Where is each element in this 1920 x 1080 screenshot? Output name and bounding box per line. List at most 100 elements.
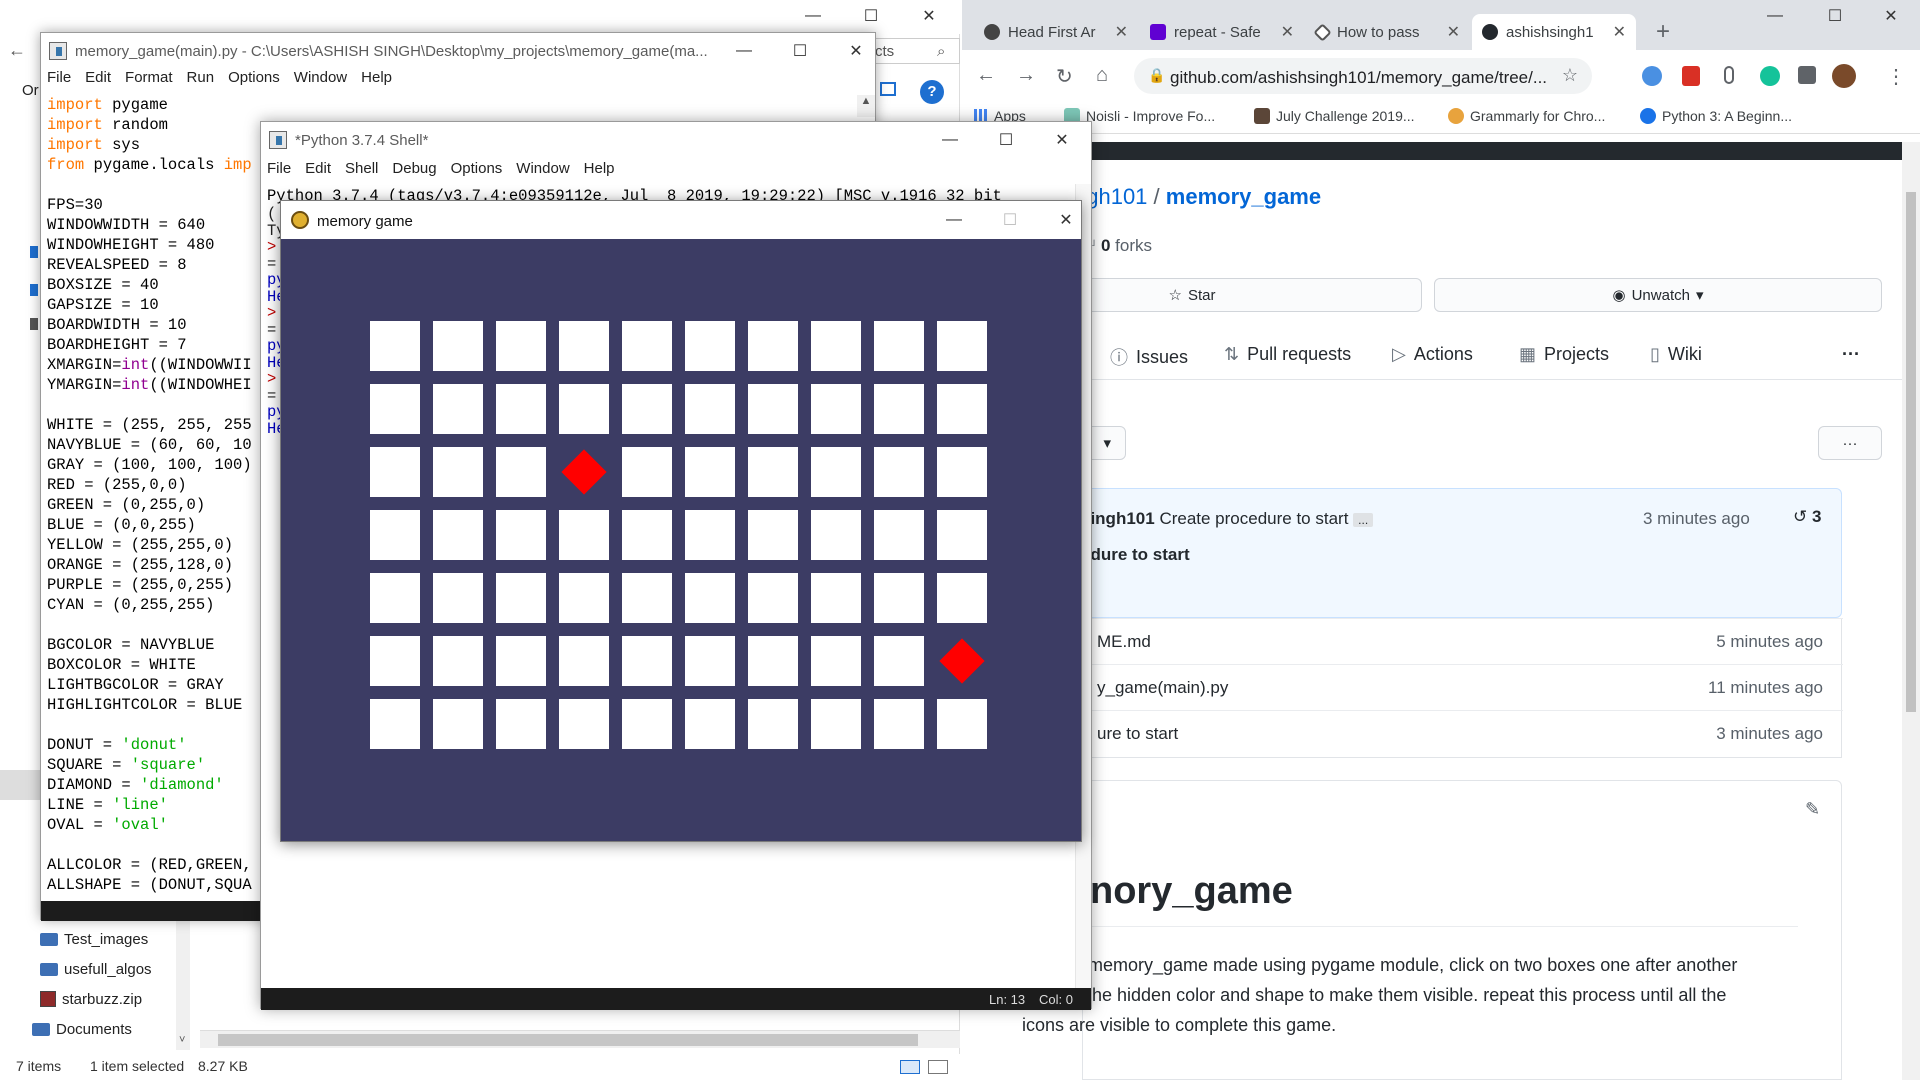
- details-view-icon[interactable]: [900, 1060, 920, 1074]
- unwatch-button[interactable]: ◉ Unwatch ▾: [1434, 278, 1882, 312]
- hidden-box-tile[interactable]: [811, 510, 861, 560]
- menu-file[interactable]: File: [267, 160, 291, 182]
- profile-avatar[interactable]: [1832, 64, 1856, 88]
- hidden-box-tile[interactable]: [874, 447, 924, 497]
- hidden-box-tile[interactable]: [433, 510, 483, 560]
- file-row[interactable]: ure to start 3 minutes ago: [1083, 710, 1843, 756]
- pygame-close-button[interactable]: ✕: [1043, 204, 1089, 236]
- editor-scrollbar[interactable]: ▲: [857, 95, 875, 117]
- menu-window[interactable]: Window: [294, 69, 347, 91]
- editor-close-button[interactable]: ✕: [833, 35, 875, 67]
- menu-edit[interactable]: Edit: [305, 160, 331, 182]
- chrome-maximize-button[interactable]: ☐: [1812, 0, 1858, 32]
- file-name[interactable]: ure to start: [1097, 724, 1178, 744]
- ribbon-tab-label[interactable]: Or: [22, 82, 39, 99]
- chrome-close-button[interactable]: ✕: [1868, 0, 1914, 32]
- hidden-box-tile[interactable]: [559, 321, 609, 371]
- hidden-box-tile[interactable]: [496, 573, 546, 623]
- commit-history[interactable]: ↺ 3: [1793, 507, 1821, 527]
- forward-arrow-icon[interactable]: →: [1016, 64, 1036, 87]
- hidden-box-tile[interactable]: [496, 447, 546, 497]
- repo-name-link[interactable]: memory_game: [1166, 184, 1321, 209]
- hidden-box-tile[interactable]: [685, 384, 735, 434]
- pygame-minimize-button[interactable]: —: [931, 204, 977, 236]
- file-name[interactable]: ME.md: [1097, 632, 1151, 652]
- menu-window[interactable]: Window: [516, 160, 569, 182]
- address-bar[interactable]: 🔒 github.com/ashishsingh101/memory_game/…: [1134, 58, 1592, 94]
- hidden-box-tile[interactable]: [559, 636, 609, 686]
- menu-help[interactable]: Help: [584, 160, 615, 182]
- hidden-box-tile[interactable]: [748, 384, 798, 434]
- hidden-box-tile[interactable]: [622, 384, 672, 434]
- hidden-box-tile[interactable]: [685, 510, 735, 560]
- hidden-box-tile[interactable]: [622, 447, 672, 497]
- menu-file[interactable]: File: [47, 69, 71, 91]
- hidden-box-tile[interactable]: [496, 321, 546, 371]
- back-arrow-icon[interactable]: ←: [8, 40, 26, 61]
- hidden-box-tile[interactable]: [748, 510, 798, 560]
- shell-close-button[interactable]: ✕: [1039, 124, 1085, 156]
- hidden-box-tile[interactable]: [811, 636, 861, 686]
- explorer-maximize-button[interactable]: ☐: [848, 0, 894, 32]
- forks-counter[interactable]: ⑂ 0 forks: [1086, 236, 1152, 256]
- more-tabs-icon[interactable]: ···: [1842, 344, 1860, 365]
- browser-tab[interactable]: repeat - Safe ✕: [1140, 14, 1304, 50]
- new-tab-button[interactable]: +: [1656, 18, 1670, 46]
- hidden-box-tile[interactable]: [685, 573, 735, 623]
- hidden-box-tile[interactable]: [874, 321, 924, 371]
- hidden-box-tile[interactable]: [559, 510, 609, 560]
- tab-projects[interactable]: ▦ Projects: [1519, 344, 1609, 365]
- tab-actions[interactable]: ▷ Actions: [1392, 344, 1473, 365]
- hidden-box-tile[interactable]: [622, 573, 672, 623]
- hidden-box-tile[interactable]: [874, 699, 924, 749]
- help-icon[interactable]: ?: [920, 80, 944, 104]
- hidden-box-tile[interactable]: [496, 636, 546, 686]
- hidden-box-tile[interactable]: [874, 636, 924, 686]
- hidden-box-tile[interactable]: [685, 699, 735, 749]
- home-icon[interactable]: ⌂: [1096, 64, 1108, 87]
- hidden-box-tile[interactable]: [748, 636, 798, 686]
- menu-edit[interactable]: Edit: [85, 69, 111, 91]
- chrome-minimize-button[interactable]: —: [1752, 0, 1798, 32]
- hidden-box-tile[interactable]: [748, 699, 798, 749]
- hidden-box-tile[interactable]: [937, 384, 987, 434]
- extension-pocket-icon[interactable]: [1682, 66, 1700, 86]
- hidden-box-tile[interactable]: [874, 510, 924, 560]
- hidden-box-tile[interactable]: [748, 447, 798, 497]
- edit-pencil-icon[interactable]: ✎: [1805, 799, 1820, 820]
- hidden-box-tile[interactable]: [496, 699, 546, 749]
- hidden-box-tile[interactable]: [937, 699, 987, 749]
- menu-help[interactable]: Help: [361, 69, 392, 91]
- hidden-box-tile[interactable]: [370, 447, 420, 497]
- hidden-box-tile[interactable]: [622, 510, 672, 560]
- hidden-box-tile[interactable]: [433, 636, 483, 686]
- shell-minimize-button[interactable]: —: [927, 124, 973, 156]
- large-icons-view-icon[interactable]: [928, 1060, 948, 1074]
- editor-code-area[interactable]: import pygame import random import sys from…: [47, 95, 252, 895]
- hidden-box-tile[interactable]: [937, 321, 987, 371]
- extensions-puzzle-icon[interactable]: [1798, 66, 1816, 84]
- tree-item-starbuzz-zip[interactable]: starbuzz.zip: [40, 984, 190, 1014]
- tab-issues[interactable]: ⓘ Issues: [1110, 344, 1188, 370]
- hidden-box-tile[interactable]: [370, 510, 420, 560]
- menu-shell[interactable]: Shell: [345, 160, 378, 182]
- file-row[interactable]: y_game(main).py 11 minutes ago: [1083, 664, 1843, 710]
- hidden-box-tile[interactable]: [937, 510, 987, 560]
- hidden-box-tile[interactable]: [937, 447, 987, 497]
- menu-format[interactable]: Format: [125, 69, 173, 91]
- hidden-box-tile[interactable]: [937, 573, 987, 623]
- hidden-box-tile[interactable]: [496, 384, 546, 434]
- hidden-box-tile[interactable]: [559, 573, 609, 623]
- hidden-box-tile[interactable]: [685, 636, 735, 686]
- tree-item-documents[interactable]: Documents: [32, 1014, 190, 1044]
- bookmark-item[interactable]: Python 3: A Beginn...: [1640, 108, 1792, 124]
- hidden-box-tile[interactable]: [433, 699, 483, 749]
- tab-close-icon[interactable]: ✕: [1447, 22, 1460, 42]
- explorer-search-input[interactable]: cts ⌕: [870, 38, 960, 64]
- more-options-button[interactable]: ···: [1818, 426, 1882, 460]
- hidden-box-tile[interactable]: [559, 384, 609, 434]
- tab-close-icon[interactable]: ✕: [1115, 22, 1128, 42]
- hidden-box-tile[interactable]: [370, 699, 420, 749]
- tree-item-test-images[interactable]: Test_images: [40, 924, 190, 954]
- explorer-minimize-button[interactable]: —: [790, 0, 836, 32]
